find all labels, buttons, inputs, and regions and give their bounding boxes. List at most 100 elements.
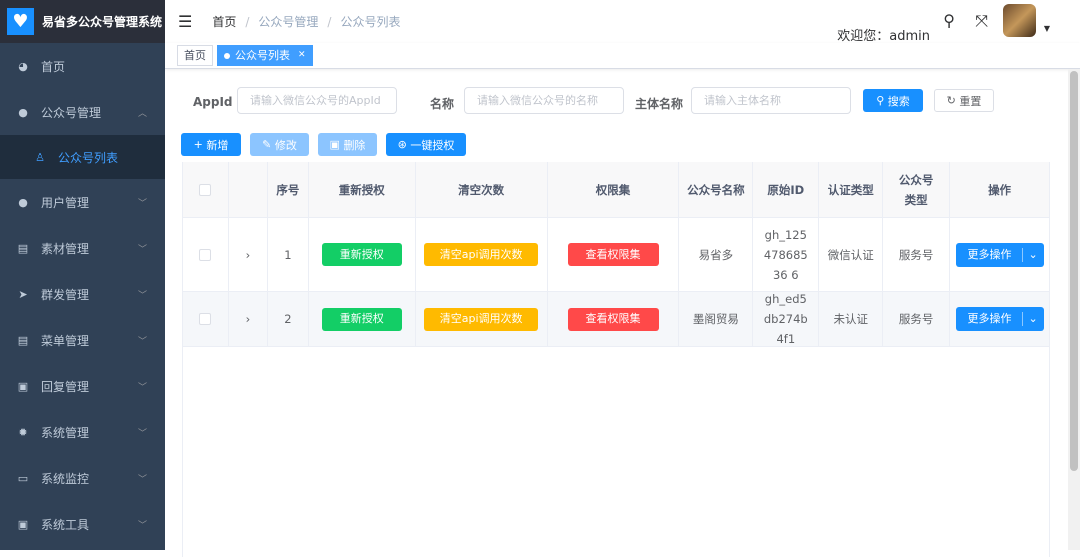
button-label: 一键授权 bbox=[410, 138, 455, 152]
sidebar-item-account-list[interactable]: ♙ 公众号列表 bbox=[0, 135, 165, 179]
search-icon[interactable]: ⚲ bbox=[943, 11, 955, 30]
sidebar-item-system[interactable]: ✹ 系统管理 ﹀ bbox=[0, 409, 165, 455]
type-cell: 服务号 bbox=[883, 218, 951, 291]
sidebar-item-menu[interactable]: ▤ 菜单管理 ﹀ bbox=[0, 317, 165, 363]
monitor-icon: ▭ bbox=[17, 471, 29, 485]
reauth-button[interactable]: 重新授权 bbox=[321, 307, 402, 331]
auth-icon: ⊛ bbox=[397, 138, 411, 151]
sidebar: ♥ 易省多公众号管理系统 ◕ 首页 ● 公众号管理 ︿ ♙ 公众号列表 ● 用户管理 ﹀ ▤… bbox=[0, 0, 165, 550]
sidebar-item-label: 群发管理 bbox=[41, 287, 90, 302]
material-icon: ▤ bbox=[17, 241, 29, 255]
breadcrumb-item[interactable]: 公众号管理 bbox=[258, 15, 318, 29]
scrollbar[interactable] bbox=[1068, 69, 1080, 550]
edit-button[interactable]: ✎ 修改 bbox=[250, 133, 309, 156]
header-cell: 公众号类型 bbox=[883, 162, 951, 217]
send-icon: ➤ bbox=[18, 287, 28, 301]
account-table: 序号 重新授权 清空次数 权限集 公众号名称 原始ID 认证类型 公众号类型 操… bbox=[182, 162, 1050, 557]
button-label: 查看权限集 bbox=[585, 312, 641, 325]
breadcrumb-item[interactable]: 首页 bbox=[212, 15, 236, 29]
more-actions-dropdown[interactable]: 更多操作 ⌄ bbox=[955, 242, 1044, 267]
row-checkbox[interactable] bbox=[199, 248, 212, 261]
chevron-down-icon[interactable]: ⌄ bbox=[1021, 312, 1044, 326]
name-input[interactable]: 请输入微信公众号的名称 bbox=[464, 87, 624, 114]
row-select-cell bbox=[183, 292, 229, 346]
tags-view: 首页 公众号列表 ✕ bbox=[165, 43, 1080, 69]
edit-icon: ✎ bbox=[262, 138, 275, 151]
view-permissions-button[interactable]: 查看权限集 bbox=[567, 307, 659, 331]
search-button[interactable]: ⚲ 搜索 bbox=[863, 89, 923, 112]
sidebar-item-tools[interactable]: ▣ 系统工具 ﹀ bbox=[0, 501, 165, 547]
subject-input[interactable]: 请输入主体名称 bbox=[691, 87, 851, 114]
avatar[interactable] bbox=[1003, 4, 1036, 37]
row-checkbox[interactable] bbox=[199, 313, 212, 325]
expand-header bbox=[229, 162, 268, 217]
sidebar-item-monitor[interactable]: ▭ 系统监控 ﹀ bbox=[0, 455, 165, 501]
subject-label: 主体名称 bbox=[635, 97, 684, 111]
refresh-icon: ↻ bbox=[946, 94, 960, 107]
select-all-cell bbox=[183, 162, 229, 217]
tag-home[interactable]: 首页 bbox=[177, 45, 213, 66]
sidebar-item-label: 系统工具 bbox=[41, 517, 90, 532]
reauth-button[interactable]: 重新授权 bbox=[321, 243, 402, 266]
appid-input[interactable]: 请输入微信公众号的AppId bbox=[237, 87, 397, 114]
fullscreen-icon[interactable]: ⤧ bbox=[975, 11, 988, 31]
sidebar-item-broadcast[interactable]: ➤ 群发管理 ﹀ bbox=[0, 271, 165, 317]
logo[interactable]: ♥ 易省多公众号管理系统 bbox=[0, 0, 165, 43]
name-cell: 易省多 bbox=[679, 218, 754, 291]
hamburger-icon[interactable]: ☰ bbox=[178, 12, 192, 31]
reset-button[interactable]: ↻ 重置 bbox=[934, 89, 994, 112]
tag-account-list[interactable]: 公众号列表 ✕ bbox=[217, 45, 313, 66]
gear-icon: ✹ bbox=[18, 425, 28, 439]
user-icon: ● bbox=[18, 195, 28, 209]
button-label: 查看权限集 bbox=[585, 247, 641, 261]
chevron-down-icon: ﹀ bbox=[137, 290, 147, 301]
type-cell: 服务号 bbox=[883, 292, 951, 346]
scrollbar-thumb[interactable] bbox=[1070, 71, 1078, 471]
name-cell: 墨阁贸易 bbox=[679, 292, 754, 346]
button-label: 新增 bbox=[206, 138, 229, 152]
view-permissions-button[interactable]: 查看权限集 bbox=[567, 243, 659, 266]
header-cell: 原始ID bbox=[753, 162, 820, 217]
wechat-icon: ● bbox=[18, 105, 28, 119]
delete-icon: ▣ bbox=[329, 138, 344, 151]
sidebar-item-material[interactable]: ▤ 素材管理 ﹀ bbox=[0, 225, 165, 271]
chevron-right-icon[interactable]: › bbox=[229, 218, 268, 291]
button-label: 搜索 bbox=[887, 94, 910, 108]
select-all-checkbox[interactable] bbox=[199, 183, 212, 196]
tool-icon: ▣ bbox=[17, 517, 29, 531]
chevron-down-icon: ﹀ bbox=[137, 198, 147, 209]
clear-api-count-button[interactable]: 清空api调用次数 bbox=[424, 243, 539, 266]
action-cell: 更多操作 ⌄ bbox=[950, 218, 1050, 291]
add-button[interactable]: + 新增 bbox=[181, 133, 241, 156]
button-label: 重新授权 bbox=[339, 247, 384, 261]
table-row: › 1 重新授权 清空api调用次数 查看权限集 易省多 gh_12547868… bbox=[183, 218, 1050, 292]
sidebar-item-label: 系统监控 bbox=[41, 471, 90, 486]
list-icon: ♙ bbox=[35, 150, 45, 164]
button-label: 清空api调用次数 bbox=[439, 312, 523, 325]
tag-label: 首页 bbox=[184, 49, 206, 62]
chevron-right-icon[interactable]: › bbox=[229, 292, 268, 346]
sidebar-item-label: 菜单管理 bbox=[41, 333, 90, 348]
breadcrumb-separator: / bbox=[245, 15, 250, 29]
sidebar-item-home[interactable]: ◕ 首页 bbox=[0, 43, 165, 89]
sidebar-item-label: 素材管理 bbox=[41, 241, 90, 256]
sidebar-item-account-mgmt[interactable]: ● 公众号管理 ︿ bbox=[0, 89, 165, 135]
header-cell: 公众号名称 bbox=[679, 162, 754, 217]
sidebar-item-label: 首页 bbox=[41, 59, 66, 74]
close-icon[interactable]: ✕ bbox=[298, 46, 306, 65]
reauth-cell: 重新授权 bbox=[309, 292, 416, 346]
chevron-down-icon: ﹀ bbox=[137, 428, 147, 439]
chevron-down-icon[interactable]: ⌄ bbox=[1021, 247, 1044, 262]
clear-cell: 清空api调用次数 bbox=[416, 218, 548, 291]
sidebar-item-reply[interactable]: ▣ 回复管理 ﹀ bbox=[0, 363, 165, 409]
sidebar-item-users[interactable]: ● 用户管理 ﹀ bbox=[0, 179, 165, 225]
more-actions-dropdown[interactable]: 更多操作 ⌄ bbox=[955, 307, 1044, 331]
delete-button[interactable]: ▣ 删除 bbox=[318, 133, 377, 156]
button-label: 更多操作 bbox=[967, 312, 1012, 325]
one-click-auth-button[interactable]: ⊛ 一键授权 bbox=[386, 133, 466, 156]
clear-api-count-button[interactable]: 清空api调用次数 bbox=[424, 307, 539, 331]
auth-type-cell: 微信认证 bbox=[819, 218, 884, 291]
app-title: 易省多公众号管理系统 bbox=[42, 15, 163, 29]
raw-id-cell: gh_ed5db274b4f1 bbox=[753, 292, 820, 346]
caret-down-icon[interactable]: ▼ bbox=[1044, 24, 1050, 33]
